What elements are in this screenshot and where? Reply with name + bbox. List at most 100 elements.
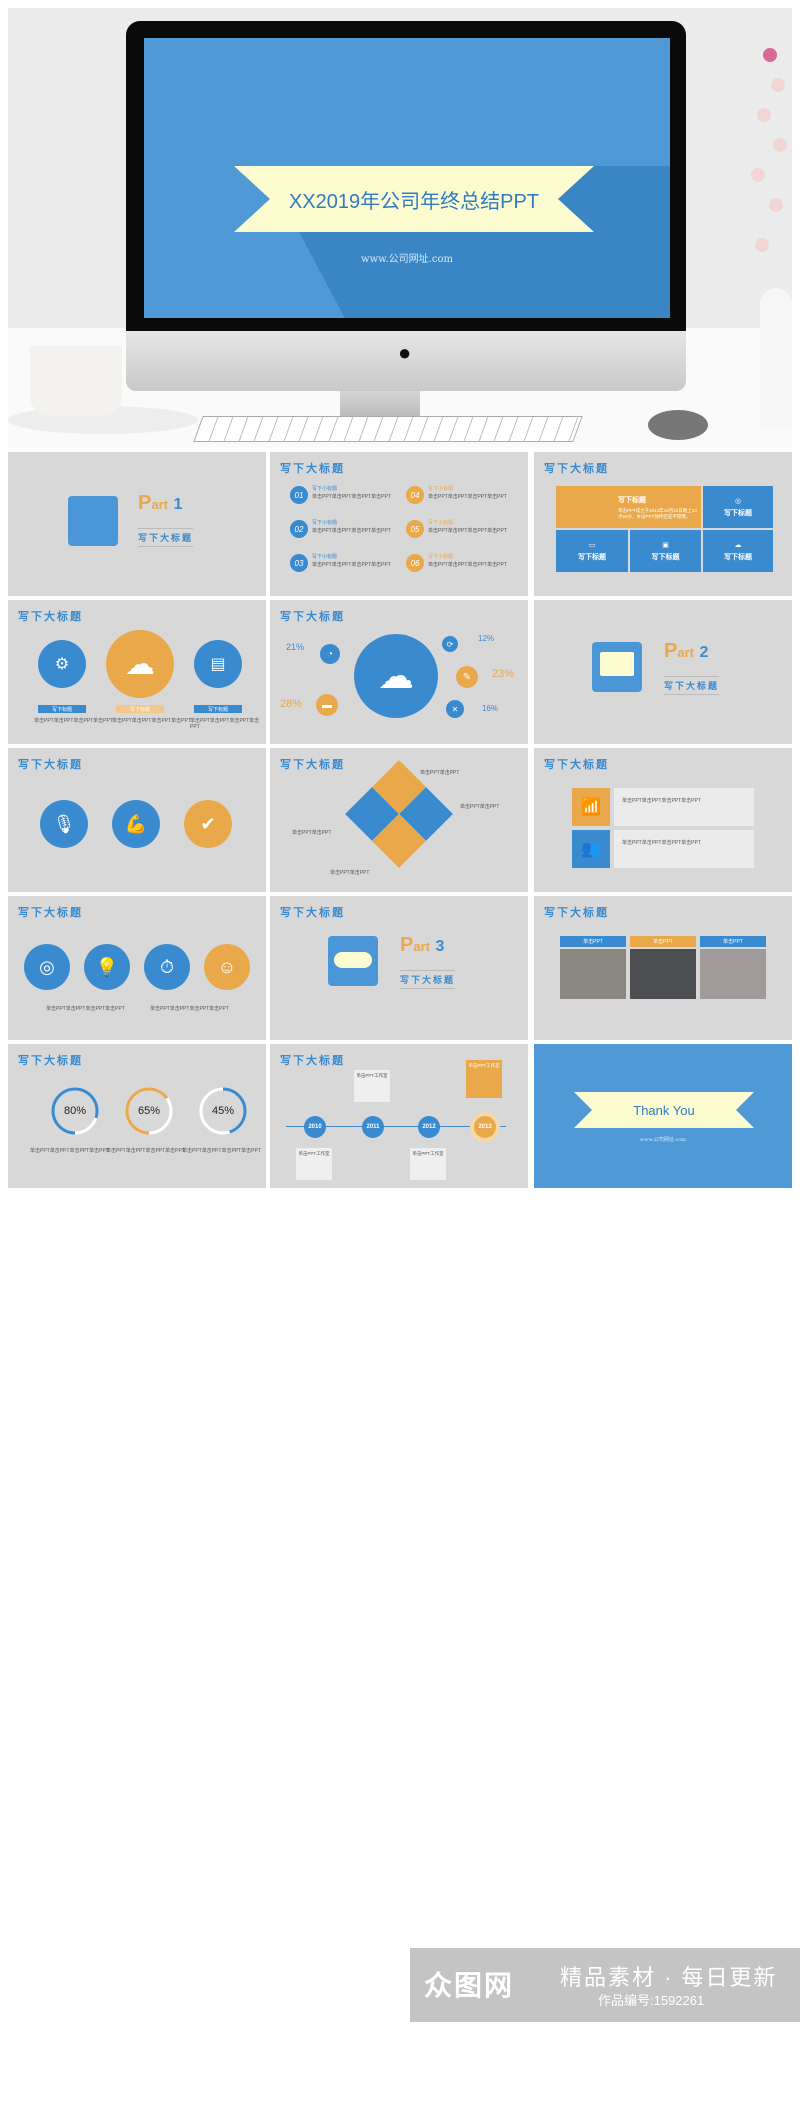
number-badge: 02 — [290, 520, 308, 538]
cloud-icon: ☁ — [734, 541, 742, 549]
slide-title: 写下大标题 — [280, 759, 345, 771]
slide-part3[interactable]: 写下大标题 Part 3 写下大标题 — [270, 896, 528, 1040]
hero-url: www.公司网址.com — [361, 254, 453, 265]
part-subtitle: 写下大标题 — [138, 528, 194, 547]
timeline-node: 2010 — [304, 1116, 326, 1138]
handshake-photo — [630, 949, 696, 999]
timeline-note: 单击PPT工作室 — [466, 1060, 502, 1098]
title-ribbon: XX2019年公司年终总结PPT — [234, 166, 594, 232]
globe-icon: ◎ — [734, 497, 742, 505]
cloud-icon: ☁ — [106, 630, 174, 698]
user-icon: ▣ — [662, 541, 669, 549]
apple-logo-icon: ● — [398, 340, 412, 365]
hero-title: XX2019年公司年终总结PPT — [288, 190, 540, 213]
slide-title: 写下大标题 — [544, 907, 609, 919]
slide-cloud-stats[interactable]: 写下大标题 ☁ ◔ ▬ ⟳ ✎ ✕ 21% 28% 12% 23% 16% — [270, 600, 528, 744]
thanks-ribbon: Thank You — [574, 1092, 754, 1128]
progress-text: 单击PPT单击PPT单击PPT单击PPT — [106, 1148, 185, 1154]
tile-label: 写下标题 — [578, 553, 606, 561]
tile-label: 写下标题 — [651, 553, 680, 561]
muscle-icon: 💪 — [112, 800, 160, 848]
feature-text: 单击PPT成立于2013年10月22日晚上23点50分，本设PPT独特还是不错哦… — [618, 507, 697, 519]
gears-icon: ⚙ — [38, 640, 86, 688]
item-text: 单击PPT单击PPT单击PPT单击PPT — [312, 494, 391, 500]
progress-value: 80% — [63, 1105, 87, 1117]
slide-title: 写下大标题 — [18, 1055, 83, 1067]
diamond-text: 单击PPT单击PPT — [292, 830, 332, 836]
circle-label: 写下标题 — [38, 705, 86, 713]
slide-diamonds[interactable]: 写下大标题 单击PPT单击PPT 单击PPT单击PPT 单击PPT单击PPT 单… — [270, 748, 528, 892]
part-subtitle: 写下大标题 — [664, 676, 720, 695]
slide-timeline[interactable]: 写下大标题 2010 2011 2012 2013 单击PPT工作室 单击PPT… — [270, 1044, 528, 1188]
hands-photo — [560, 949, 626, 999]
slide-title: 写下大标题 — [18, 759, 83, 771]
slide-numbered-list[interactable]: 写下大标题 01 02 03 04 05 06 写下小标题 单击PPT单击PPT… — [270, 452, 528, 596]
tools-icon: ✕ — [446, 700, 464, 718]
slide-part1[interactable]: Part 1 写下大标题 — [8, 452, 266, 596]
circle-label: 写下标题 — [194, 705, 242, 713]
hero-mockup: XX2019年公司年终总结PPT www.公司网址.com ● — [8, 8, 792, 448]
vase — [760, 288, 792, 428]
number-badge: 01 — [290, 486, 308, 504]
slide-photos[interactable]: 写下大标题 单击PPT 单击PPT 单击PPT — [534, 896, 792, 1040]
users-icon: 👥 — [572, 830, 610, 868]
flower-branch — [743, 38, 792, 288]
slide-part2[interactable]: Part 2 写下大标题 — [534, 600, 792, 744]
item-subtitle: 写下小标题 — [428, 554, 454, 560]
stat-value: 21% — [286, 642, 305, 652]
part-subtitle: 写下大标题 — [400, 970, 456, 989]
stat-value: 12% — [478, 634, 495, 643]
slide-icons[interactable]: 写下大标题 🎙 💪 ✔ — [8, 748, 266, 892]
watermark-slogan: 精品素材 · 每日更新 — [560, 1965, 778, 1990]
tile-globe: ◎ 写下标题 — [703, 486, 773, 528]
photo-header: 单击PPT — [700, 936, 766, 947]
slide-title: 写下大标题 — [280, 907, 345, 919]
slide-four-circles[interactable]: 写下大标题 ◎ 💡 ⏱ ☺ 单击PPT单击PPT单击PPT单击PPT 单击PPT… — [8, 896, 266, 1040]
circle-text: 单击PPT单击PPT单击PPT单击PPT — [190, 718, 260, 730]
circle-label: 写下标题 — [116, 705, 164, 713]
part-label: Part 1 — [138, 492, 183, 514]
slide-tiles[interactable]: 写下大标题 写下标题 单击PPT成立于2013年10月22日晚上23点50分，本… — [534, 452, 792, 596]
slide-title: 写下大标题 — [280, 463, 345, 475]
circle-text: 单击PPT单击PPT单击PPT单击PPT — [34, 718, 113, 724]
progress-text: 单击PPT单击PPT单击PPT单击PPT — [30, 1148, 109, 1154]
row-text: 单击PPT单击PPT单击PPT单击PPT — [622, 798, 701, 804]
circle-text: 单击PPT单击PPT单击PPT单击PPT — [112, 718, 191, 724]
coffee-cup — [30, 346, 122, 416]
timeline-note: 单击PPT工作室 — [354, 1070, 390, 1102]
number-badge: 03 — [290, 554, 308, 572]
gauge-icon: ◔ — [320, 644, 340, 664]
timeline-node: 2011 — [362, 1116, 384, 1138]
row-text: 单击PPT单击PPT单击PPT单击PPT — [622, 840, 701, 846]
slide-title: 写下大标题 — [280, 1055, 345, 1067]
slide-title: 写下大标题 — [544, 759, 609, 771]
cycle-icon: ⟳ — [442, 636, 458, 652]
feature-tile: 写下标题 单击PPT成立于2013年10月22日晚上23点50分，本设PPT独特… — [556, 486, 701, 528]
monitor-icon: ▭ — [588, 541, 596, 549]
diamond-text: 单击PPT单击PPT — [330, 870, 370, 876]
circle-text: 单击PPT单击PPT单击PPT单击PPT — [46, 1006, 125, 1012]
watermark-work-id: 作品编号:1592261 — [598, 1993, 705, 2008]
target-icon: ◎ — [24, 944, 70, 990]
document-icon — [68, 496, 118, 546]
number-badge: 06 — [406, 554, 424, 572]
slide-text-rows[interactable]: 写下大标题 📶 👥 单击PPT单击PPT单击PPT单击PPT 单击PPT单击PP… — [534, 748, 792, 892]
mouse — [648, 410, 708, 440]
slide-three-circles[interactable]: 写下大标题 ⚙ ☁ ▤ 写下标题 写下标题 写下标题 单击PPT单击PPT单击P… — [8, 600, 266, 744]
item-subtitle: 写下小标题 — [312, 520, 338, 526]
lightbulb-icon: 💡 — [84, 944, 130, 990]
progress-value: 45% — [211, 1105, 235, 1117]
timeline-node: 2012 — [418, 1116, 440, 1138]
slide-progress[interactable]: 写下大标题 80% 65% 45% 单击PPT单击PPT单击PPT单击PPT 单… — [8, 1044, 266, 1188]
diamond-text: 单击PPT单击PPT — [460, 804, 500, 810]
watermark-banner: 众图网 精品素材 · 每日更新 作品编号:1592261 — [410, 1948, 800, 2022]
thanks-url: www.公司网址.com — [640, 1137, 686, 1143]
timeline-node: 2013 — [474, 1116, 496, 1138]
tile-label: 写下标题 — [724, 553, 752, 561]
slide-thanks[interactable]: Thank You www.公司网址.com — [534, 1044, 792, 1188]
slide-title: 写下大标题 — [544, 463, 609, 475]
cloud-icon — [328, 936, 378, 986]
cloud-icon: ☁ — [354, 634, 438, 718]
slide-title: 写下大标题 — [18, 907, 83, 919]
item-text: 单击PPT单击PPT单击PPT单击PPT — [312, 528, 391, 534]
